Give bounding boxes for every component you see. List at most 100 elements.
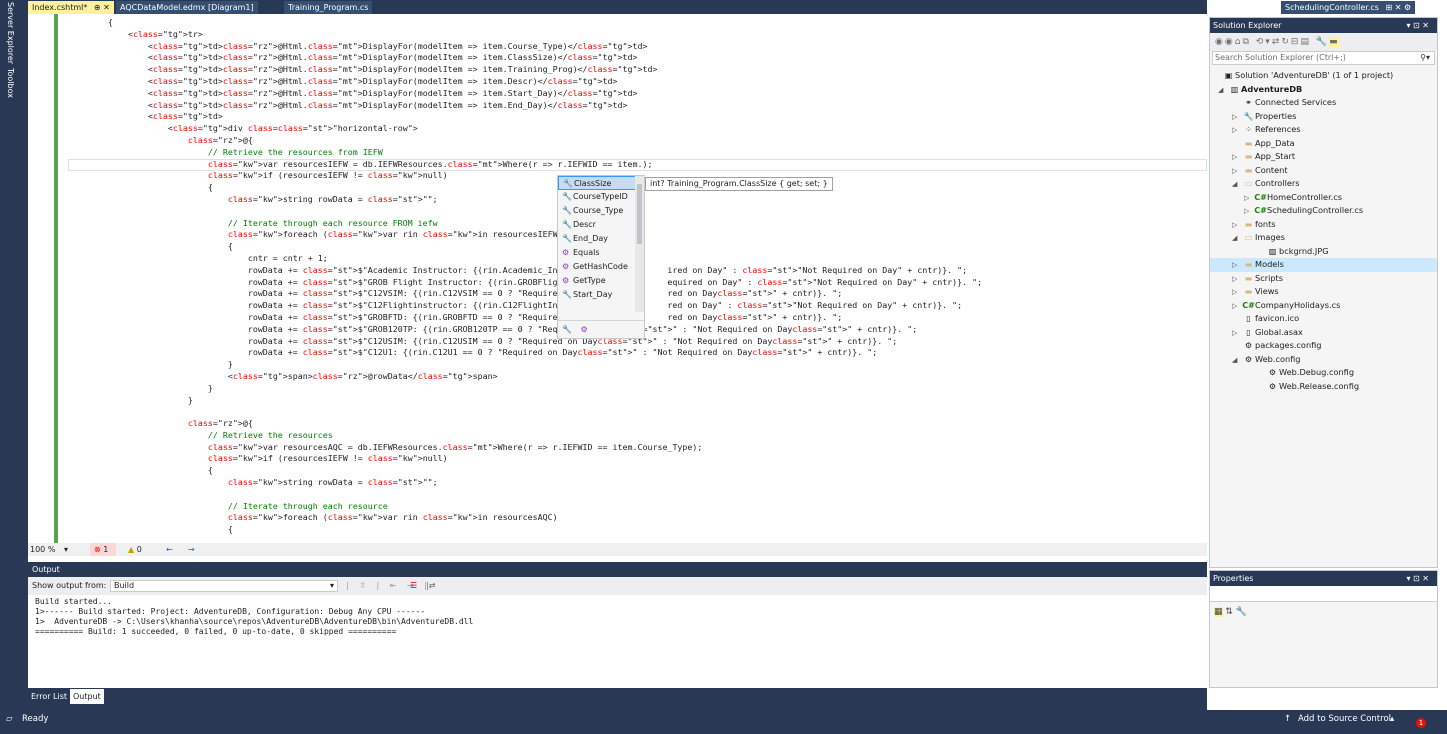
code-line[interactable]: class="rz">@{ — [68, 135, 982, 147]
tree-item[interactable]: ▷ 🔧 Properties — [1210, 110, 1437, 124]
show-all-files-icon[interactable]: ▤ — [1300, 37, 1311, 47]
pin-close-icon[interactable]: ▾ ⊡ ✕ — [1406, 571, 1429, 586]
add-to-source-control[interactable]: Add to Source Control — [1298, 710, 1391, 728]
categorized-icon[interactable]: ▦ — [1214, 607, 1223, 617]
tab-pin-close-icon[interactable]: ⊕ ✕ — [94, 3, 110, 12]
chevron-down-icon[interactable]: ▾ — [64, 543, 68, 556]
tree-item[interactable]: ▯ favicon.ico — [1210, 312, 1437, 326]
code-editor[interactable]: { <class="tg">tr> <class="tg">td>class="… — [28, 14, 1207, 543]
expand-arrow-icon[interactable]: ▷ — [1244, 205, 1254, 219]
code-line[interactable]: rowData += class="st">$"GROB120TP: {(rin… — [68, 324, 982, 336]
tree-item[interactable]: ▷ ⁘ References — [1210, 123, 1437, 137]
tab-edmx-diagram[interactable]: AQCDataModel.edmx [Diagram1] — [116, 1, 258, 14]
tree-item[interactable]: ⚙ Web.Release.config — [1210, 380, 1437, 394]
completion-scroll-thumb[interactable] — [637, 184, 642, 244]
code-line[interactable]: rowData += class="st">$"C12VSIM: {(rin.C… — [68, 288, 982, 300]
warning-count[interactable]: ▲ 0 — [128, 543, 142, 556]
pin-close-icon[interactable]: ▾ ⊡ ✕ — [1406, 18, 1429, 33]
code-line[interactable]: { — [68, 241, 982, 253]
expand-arrow-icon[interactable]: ▷ — [1232, 300, 1242, 314]
tree-item[interactable]: ▷ C#SchedulingController.cs — [1210, 204, 1437, 218]
back-icon[interactable]: ◉ — [1215, 37, 1225, 47]
output-toolbar-icons[interactable]: | ⇧ | ⇤ ⇥ | — [346, 577, 431, 595]
code-line[interactable]: class="kw">foreach (class="kw">var rin c… — [68, 512, 982, 524]
completion-item[interactable]: 🔧CourseTypeID — [558, 190, 644, 204]
code-line[interactable]: // Iterate through each resource FROM ie… — [68, 218, 982, 230]
tree-item[interactable]: ◢ ▥ AdventureDB — [1210, 83, 1437, 97]
code-line[interactable]: class="kw">foreach (class="kw">var rin c… — [68, 229, 982, 241]
tab-training-program[interactable]: Training_Program.cs — [284, 1, 373, 14]
expand-arrow-icon[interactable]: ▷ — [1232, 111, 1242, 125]
code-line[interactable]: class="kw">if (resourcesIEFW != class="k… — [68, 453, 982, 465]
expand-arrow-icon[interactable]: ▷ — [1232, 327, 1242, 341]
expand-arrow-icon[interactable]: ▷ — [1232, 286, 1242, 300]
switch-views-icon[interactable]: ⧉ — [1242, 37, 1250, 47]
collapse-arrow-icon[interactable]: ◢ — [1232, 178, 1242, 192]
tree-item[interactable]: ▣ Solution 'AdventureDB' (1 of 1 project) — [1210, 69, 1437, 83]
tree-item[interactable]: ▷ ▬ fonts — [1210, 218, 1437, 232]
intellisense-completion-list[interactable]: 🔧ClassSize 🔧CourseTypeID 🔧Course_Type 🔧Desc… — [557, 175, 645, 339]
preview-selected-icon[interactable]: ▬ — [1329, 37, 1340, 47]
collapse-arrow-icon[interactable]: ◢ — [1232, 232, 1242, 246]
code-line[interactable]: <class="tg">td>class="rz">@Html.class="m… — [68, 100, 982, 112]
tree-item[interactable]: ▷ C#HomeController.cs — [1210, 191, 1437, 205]
code-line[interactable]: rowData += class="st">$"GROB Flight Inst… — [68, 277, 982, 289]
expand-arrow-icon[interactable]: ▷ — [1232, 273, 1242, 287]
properties-object-select[interactable] — [1210, 586, 1437, 602]
solution-explorer-search[interactable]: Search Solution Explorer (Ctrl+;) ⚲▾ — [1212, 51, 1435, 65]
output-source-select[interactable]: Build — [110, 580, 338, 592]
tree-item[interactable]: ▷ ▬ Content — [1210, 164, 1437, 178]
pending-changes-icon[interactable]: ⟲▾ — [1256, 37, 1272, 47]
search-icon[interactable]: ⚲▾ — [1420, 52, 1430, 64]
property-pages-icon[interactable]: 🔧 — [1236, 607, 1247, 617]
code-line[interactable]: class="rz">@{ — [68, 418, 982, 430]
code-line[interactable]: rowData += class="st">$"C12U1: {(rin.C12… — [68, 347, 982, 359]
chevron-up-icon[interactable]: ▴ — [1390, 710, 1394, 728]
expand-arrow-icon[interactable]: ▷ — [1232, 124, 1242, 138]
expand-arrow-icon[interactable]: ▷ — [1232, 151, 1242, 165]
zoom-level[interactable]: 100 % — [30, 543, 55, 556]
code-line[interactable]: <class="tg">td>class="rz">@Html.class="m… — [68, 52, 982, 64]
word-wrap-icon[interactable]: |⇄ — [426, 577, 435, 595]
code-line[interactable]: <class="tg">span>class="rz">@rowData</cl… — [68, 371, 982, 383]
navigate-forward-icon[interactable]: → — [188, 543, 195, 556]
code-line[interactable]: rowData += class="st">$"GROBFTD: {(rin.G… — [68, 312, 982, 324]
tree-item[interactable]: ⚙ Web.Debug.config — [1210, 366, 1437, 380]
notification-bell-icon[interactable]: 1 — [1416, 714, 1426, 732]
code-line[interactable]: { — [68, 465, 982, 477]
code-line[interactable]: cntr = cntr + 1; — [68, 253, 982, 265]
completion-filter-bar[interactable]: 🔧 ⚙ — [558, 320, 644, 338]
wrench-filter-icon[interactable]: 🔧 — [562, 325, 572, 334]
completion-scrollbar[interactable] — [635, 176, 644, 312]
tree-item[interactable]: ◢ ⚙ Web.config — [1210, 353, 1437, 367]
code-line[interactable]: { — [68, 524, 982, 536]
code-line[interactable]: class="kw">string rowData = class="st">"… — [68, 477, 982, 489]
code-line[interactable]: <class="tg">div class=class="st">"horizo… — [68, 123, 982, 135]
tree-item[interactable]: ▨ bckgrnd.JPG — [1210, 245, 1437, 259]
completion-item[interactable]: 🔧Start_Day — [558, 288, 644, 302]
code-line[interactable]: <class="tg">td>class="rz">@Html.class="m… — [68, 64, 982, 76]
code-line[interactable] — [68, 206, 982, 218]
code-line[interactable]: <class="tg">td>class="rz">@Html.class="m… — [68, 41, 982, 53]
sync-icon[interactable]: ⇄ — [1272, 37, 1282, 47]
alphabetical-icon[interactable]: ⇅ — [1225, 607, 1233, 617]
tree-item[interactable]: ▷ ▯ Global.asax — [1210, 326, 1437, 340]
tab-index-cshtml[interactable]: Index.cshtml* ⊕ ✕ — [28, 1, 114, 14]
expand-arrow-icon[interactable]: ▷ — [1232, 219, 1242, 233]
code-line[interactable]: class="kw">var resourcesIEFW = db.IEFWRe… — [68, 159, 982, 171]
completion-item[interactable]: ⚙ GetHashCode — [558, 260, 644, 274]
code-line[interactable]: } — [68, 395, 982, 407]
tree-item[interactable]: ⚙ packages.config — [1210, 339, 1437, 353]
tree-item[interactable]: ▷ ▬ Models — [1210, 258, 1437, 272]
code-line[interactable]: // Iterate through each resource — [68, 501, 982, 513]
tree-item[interactable]: ◢ ▭ Controllers — [1210, 177, 1437, 191]
collapse-arrow-icon[interactable]: ◢ — [1232, 354, 1242, 368]
tree-item[interactable]: ▷ ▬ Views — [1210, 285, 1437, 299]
code-line[interactable] — [68, 489, 982, 501]
expand-arrow-icon[interactable]: ▷ — [1232, 259, 1242, 273]
forward-icon[interactable]: ◉ — [1225, 37, 1235, 47]
refresh-icon[interactable]: ↻ — [1281, 37, 1291, 47]
code-line[interactable]: } — [68, 383, 982, 395]
code-line[interactable]: rowData += class="st">$"Academic Instruc… — [68, 265, 982, 277]
properties-wrench-icon[interactable]: 🔧 — [1316, 37, 1329, 47]
